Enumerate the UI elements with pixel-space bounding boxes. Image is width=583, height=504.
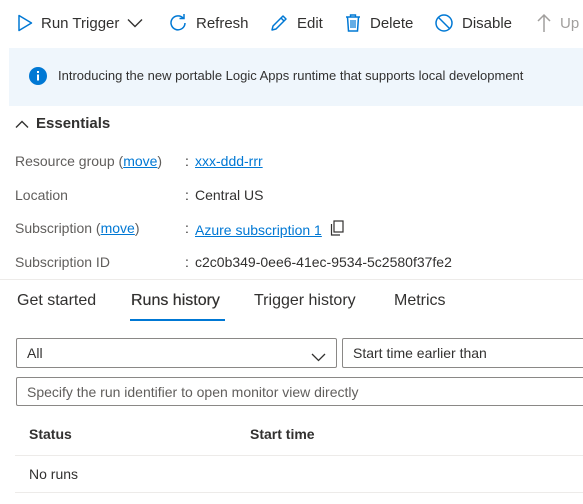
subscription-label-text: Subscription	[15, 220, 93, 236]
subscription-link[interactable]: Azure subscription 1	[195, 222, 322, 238]
edit-label: Edit	[297, 14, 323, 32]
disable-button[interactable]: Disable	[434, 8, 512, 38]
edit-button[interactable]: Edit	[269, 8, 323, 38]
run-trigger-button[interactable]: Run Trigger	[17, 8, 143, 38]
refresh-button[interactable]: Refresh	[168, 8, 249, 38]
banner-text: Introducing the new portable Logic Apps …	[58, 68, 524, 83]
divider	[15, 492, 583, 493]
separator: :	[185, 153, 189, 169]
column-header-status[interactable]: Status	[29, 426, 72, 442]
run-id-placeholder: Specify the run identifier to open monit…	[27, 383, 359, 400]
location-value: Central US	[195, 187, 264, 203]
start-time-filter-value: Start time earlier than	[353, 345, 487, 361]
tab-metrics[interactable]: Metrics	[394, 292, 446, 310]
update-label: Up	[560, 14, 580, 32]
status-filter-value: All	[27, 345, 43, 361]
arrow-up-icon	[536, 13, 552, 33]
tab-runs-history[interactable]: Runs history	[131, 292, 220, 310]
subscription-id-label: Subscription ID	[15, 254, 110, 270]
run-id-input[interactable]: Specify the run identifier to open monit…	[16, 377, 583, 406]
refresh-label: Refresh	[196, 14, 249, 32]
tab-get-started[interactable]: Get started	[17, 292, 96, 310]
separator: :	[185, 187, 189, 203]
chevron-up-icon	[15, 116, 29, 132]
info-icon	[29, 67, 47, 88]
play-icon	[17, 14, 33, 32]
chevron-down-icon	[311, 349, 326, 365]
trash-icon	[344, 13, 362, 33]
subscription-move-link[interactable]: move	[101, 220, 135, 236]
subscription-id-value: c2c0b349-0ee6-41ec-9534-5c2580f37fe2	[195, 254, 452, 270]
start-time-filter-dropdown[interactable]: Start time earlier than	[342, 338, 583, 368]
essentials-title: Essentials	[36, 115, 111, 132]
location-label: Location	[15, 187, 68, 203]
empty-state-text: No runs	[29, 466, 79, 482]
resource-group-link[interactable]: xxx-ddd-rrr	[195, 153, 263, 169]
subscription-label: Subscription (move)	[15, 220, 140, 236]
resource-group-move-link[interactable]: move	[123, 153, 157, 169]
tab-trigger-history[interactable]: Trigger history	[254, 292, 356, 310]
refresh-icon	[168, 13, 188, 33]
delete-label: Delete	[370, 14, 414, 32]
resource-group-label: Resource group (move)	[15, 153, 163, 169]
active-tab-indicator	[130, 319, 225, 321]
column-header-start-time[interactable]: Start time	[250, 426, 315, 442]
update-button[interactable]: Up	[536, 8, 579, 38]
divider	[15, 455, 583, 456]
disable-label: Disable	[462, 14, 513, 32]
copy-icon[interactable]	[330, 220, 344, 239]
pencil-icon	[269, 13, 289, 33]
essentials-toggle[interactable]: Essentials	[15, 115, 110, 132]
status-filter-dropdown[interactable]: All	[16, 338, 337, 368]
run-trigger-label: Run Trigger	[41, 14, 120, 32]
divider	[0, 279, 583, 280]
disable-icon	[434, 13, 454, 33]
separator: :	[185, 220, 189, 236]
chevron-down-icon	[127, 18, 143, 28]
separator: :	[185, 254, 189, 270]
delete-button[interactable]: Delete	[344, 8, 413, 38]
resource-group-label-text: Resource group	[15, 153, 115, 169]
